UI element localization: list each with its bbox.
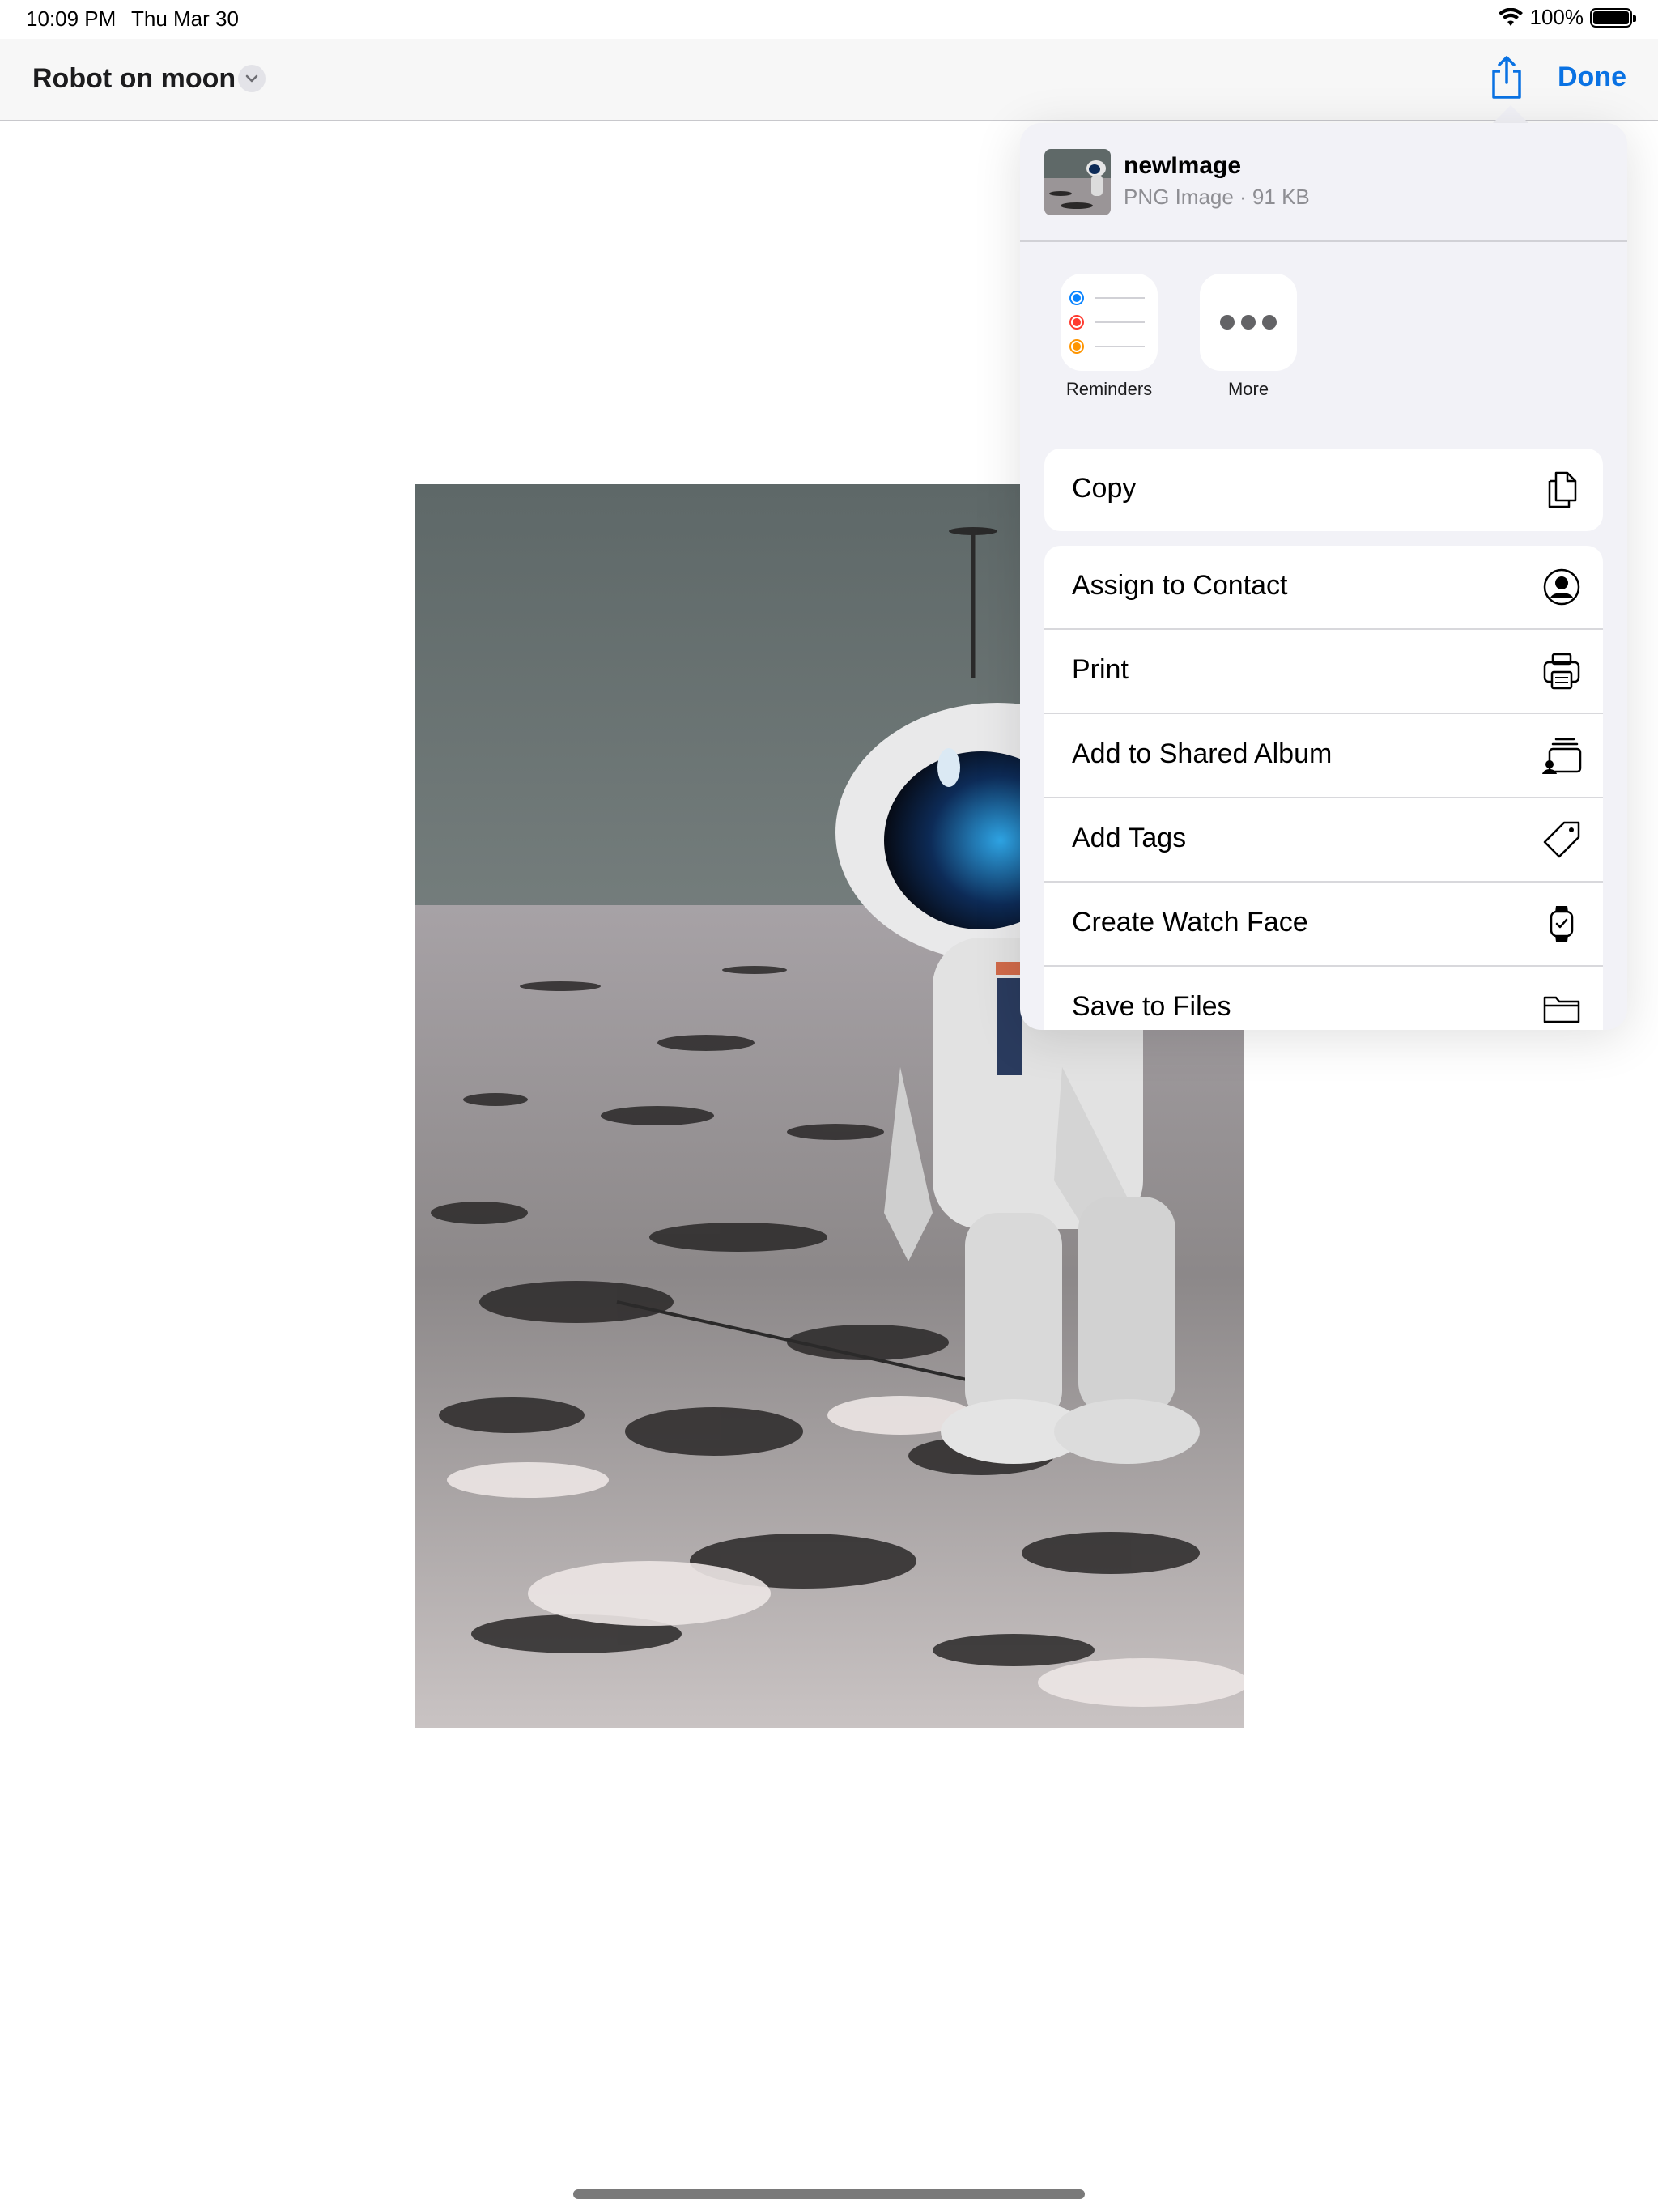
status-date: Thu Mar 30 bbox=[131, 6, 239, 31]
action-add-to-shared-album[interactable]: Add to Shared Album bbox=[1044, 714, 1603, 798]
copy-icon bbox=[1548, 471, 1577, 508]
file-thumbnail bbox=[1044, 149, 1111, 215]
document-title[interactable]: Robot on moon bbox=[32, 63, 236, 95]
action-label: Add Tags bbox=[1072, 823, 1187, 853]
share-icon bbox=[1492, 56, 1521, 99]
title-menu-button[interactable] bbox=[238, 65, 266, 92]
status-indicators: 100% bbox=[1498, 5, 1636, 30]
action-label: Assign to Contact bbox=[1072, 570, 1288, 601]
action-label: Print bbox=[1072, 654, 1129, 685]
battery-percent: 100% bbox=[1529, 5, 1584, 29]
action-label: Create Watch Face bbox=[1072, 907, 1308, 938]
wifi-icon bbox=[1498, 7, 1523, 26]
app-label: More bbox=[1227, 379, 1269, 399]
copy-action-group: Copy bbox=[1044, 449, 1603, 531]
file-metadata: PNG Image · 91 KB bbox=[1124, 185, 1310, 209]
action-copy[interactable]: Copy bbox=[1044, 449, 1603, 531]
contact-icon bbox=[1543, 568, 1580, 606]
shared-album-icon bbox=[1542, 738, 1582, 774]
popover-arrow bbox=[1491, 105, 1530, 125]
action-label: Save to Files bbox=[1072, 991, 1231, 1022]
folder-icon bbox=[1543, 996, 1580, 1023]
done-button[interactable]: Done bbox=[1558, 62, 1626, 93]
tag-icon bbox=[1543, 821, 1580, 858]
home-indicator[interactable] bbox=[573, 2189, 1085, 2199]
status-time: 10:09 PM bbox=[26, 6, 117, 31]
more-icon bbox=[1200, 274, 1297, 371]
reminders-icon bbox=[1061, 274, 1158, 371]
action-add-tags[interactable]: Add Tags bbox=[1044, 798, 1603, 883]
printer-icon bbox=[1543, 653, 1580, 690]
navigation-bar: Robot on moon Done bbox=[0, 39, 1658, 121]
thumbnail-image bbox=[1044, 149, 1111, 215]
action-create-watch-face[interactable]: Create Watch Face bbox=[1044, 883, 1603, 967]
share-button[interactable] bbox=[1486, 55, 1527, 100]
share-sheet: newImage PNG Image · 91 KB Reminders Mor… bbox=[1020, 123, 1627, 1030]
action-label: Add to Shared Album bbox=[1072, 738, 1333, 769]
action-print[interactable]: Print bbox=[1044, 630, 1603, 714]
action-label: Copy bbox=[1072, 473, 1137, 504]
chevron-down-icon bbox=[245, 74, 258, 83]
action-save-to-files[interactable]: Save to Files bbox=[1044, 967, 1603, 1030]
app-more[interactable]: More bbox=[1184, 274, 1313, 400]
battery-icon bbox=[1590, 7, 1636, 28]
app-reminders[interactable]: Reminders bbox=[1044, 274, 1174, 400]
actions-list: Assign to Contact Print Add to Shared Al… bbox=[1044, 546, 1603, 1030]
file-name: newImage bbox=[1124, 152, 1242, 179]
action-assign-to-contact[interactable]: Assign to Contact bbox=[1044, 546, 1603, 630]
app-label: Reminders bbox=[1065, 379, 1153, 399]
share-apps-row: Reminders More bbox=[1020, 274, 1627, 419]
share-sheet-header: newImage PNG Image · 91 KB bbox=[1020, 123, 1627, 242]
status-bar: 10:09 PM Thu Mar 30 100% bbox=[0, 0, 1658, 39]
watch-icon bbox=[1550, 906, 1574, 942]
